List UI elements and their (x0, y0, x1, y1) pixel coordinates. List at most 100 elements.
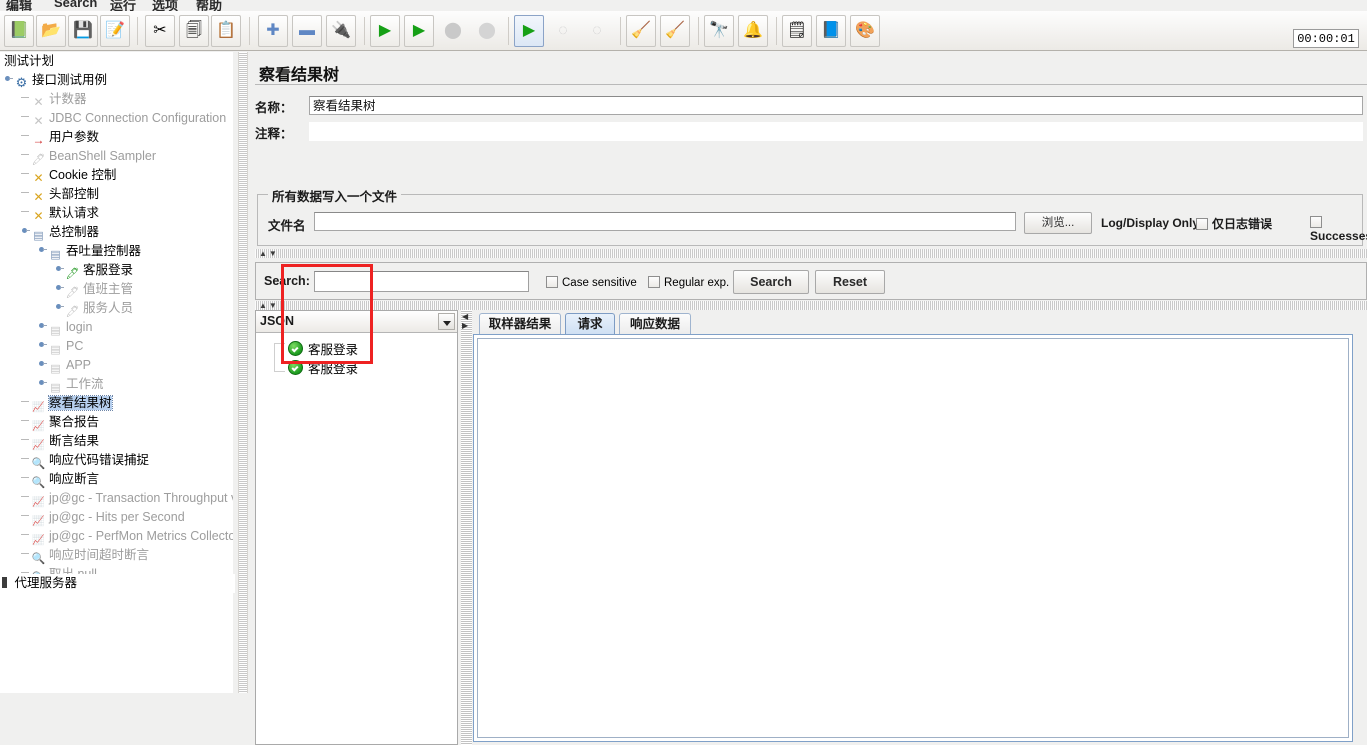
tree-item-16[interactable]: ▤ 工作流 (0, 375, 233, 394)
upper-splitter[interactable]: ▲▼ (255, 249, 1367, 258)
tab-0[interactable]: 取样器结果 (479, 313, 561, 334)
open-file-icon: 📂 (41, 22, 61, 39)
toolbar-save-as-button[interactable]: 📝 (100, 15, 130, 47)
tree-item-0[interactable]: ⚙ 接口测试用例 (0, 71, 233, 90)
menu-item-edit[interactable]: 编辑 (6, 0, 32, 11)
toolbar-copy-button[interactable]: 🗐 (179, 15, 209, 47)
tree-branch-line (21, 112, 30, 121)
search-button[interactable]: Search (733, 270, 809, 294)
comment-input[interactable] (309, 122, 1363, 141)
tree-expand-handle[interactable] (38, 321, 47, 330)
tree-item-19[interactable]: 📈 断言结果 (0, 432, 233, 451)
results-tree-panel[interactable]: JSON 客服登录 客服登录 (255, 310, 458, 745)
tree-item-label: PC (66, 339, 84, 354)
toolbar-stop-button[interactable]: ⬤ (438, 15, 468, 47)
browse-button[interactable]: 浏览... (1024, 212, 1092, 234)
tree-item-23[interactable]: 📈 jp@gc - Hits per Second (0, 508, 233, 527)
successes-checkbox-box[interactable] (1310, 216, 1322, 228)
tree-item-22[interactable]: 📈 jp@gc - Transaction Throughput vs (0, 489, 233, 508)
toolbar-search-tree-button[interactable]: 🔭 (704, 15, 734, 47)
toolbar-toggle-button[interactable]: 🔌 (326, 15, 356, 47)
clear-icon: 🧹 (631, 22, 651, 39)
toolbar-remote-stop-all-button[interactable]: ◌ (548, 15, 578, 47)
tree-item-21[interactable]: 🔍 响应断言 (0, 470, 233, 489)
tree-proxy-server-item[interactable]: 代理服务器 (0, 574, 235, 593)
tree-item-25[interactable]: 🔍 响应时间超时断言 (0, 546, 233, 565)
errors-checkbox[interactable]: 仅日志错误 (1196, 215, 1272, 232)
tree-item-3[interactable]: → 用户参数 (0, 128, 233, 147)
tree-item-4[interactable]: 🖊 BeanShell Sampler (0, 147, 233, 166)
reset-button[interactable]: Reset (815, 270, 885, 294)
upper-splitter-arrows[interactable]: ▲▼ (259, 250, 279, 258)
tree-item-6[interactable]: ✕ 头部控制 (0, 185, 233, 204)
tree-item-10[interactable]: 🖊 客服登录 (0, 261, 233, 280)
toolbar-reset-search-button[interactable]: 🔔 (738, 15, 768, 47)
tree-expand-handle[interactable] (38, 359, 47, 368)
tree-panel-splitter[interactable] (238, 52, 248, 693)
toolbar-separator-6 (698, 17, 699, 45)
tree-item-20[interactable]: 🔍 响应代码错误捕捉 (0, 451, 233, 470)
name-input[interactable]: 察看结果树 (309, 96, 1363, 115)
case-sensitive-box[interactable] (546, 276, 558, 288)
tree-item-8[interactable]: ▤ 总控制器 (0, 223, 233, 242)
toolbar-remote-shutdown-all-button[interactable]: ◌ (582, 15, 612, 47)
toolbar-shutdown-button[interactable]: ⬤ (472, 15, 502, 47)
successes-checkbox[interactable]: Successes (1310, 215, 1367, 243)
toolbar-remote-start-all-button[interactable]: ▶ (514, 15, 544, 47)
toolbar-templates-button[interactable]: 🎨 (850, 15, 880, 47)
toolbar-paste-button[interactable]: 📋 (211, 15, 241, 47)
tree-expand-handle[interactable] (4, 74, 13, 83)
remote-stop-all-icon: ◌ (558, 22, 568, 39)
tree-item-2[interactable]: ✕ JDBC Connection Configuration (0, 109, 233, 128)
regular-exp-box[interactable] (648, 276, 660, 288)
tree-expand-handle[interactable] (38, 340, 47, 349)
tree-item-14[interactable]: ▤ PC (0, 337, 233, 356)
tab-content-text[interactable] (477, 338, 1349, 738)
tree-expand-handle[interactable] (55, 264, 64, 273)
toolbar-clear-all-button[interactable]: 🧹 (660, 15, 690, 47)
results-splitter-arrows[interactable]: ◀ ▶ (462, 312, 471, 330)
menu-item-options[interactable]: 选项 (152, 0, 178, 11)
tree-expand-handle[interactable] (38, 245, 47, 254)
toolbar-save-button[interactable]: 💾 (68, 15, 98, 47)
chevron-down-icon[interactable] (438, 313, 455, 330)
lower-splitter[interactable]: ▲▼ (255, 301, 1367, 310)
menu-item-search[interactable]: Search (54, 0, 97, 10)
tree-item-13[interactable]: ▤ login (0, 318, 233, 337)
tree-expand-handle[interactable] (55, 302, 64, 311)
tree-item-11[interactable]: 🖊 值班主管 (0, 280, 233, 299)
tree-item-1[interactable]: ✕ 计数器 (0, 90, 233, 109)
toolbar-expand-button[interactable]: ✚ (258, 15, 288, 47)
results-splitter[interactable]: ◀ ▶ (461, 310, 472, 745)
regular-exp-checkbox[interactable]: Regular exp. (648, 275, 729, 289)
tree-item-15[interactable]: ▤ APP (0, 356, 233, 375)
tree-expand-handle[interactable] (55, 283, 64, 292)
toolbar-start-no-pause-button[interactable]: ▶ (404, 15, 434, 47)
tab-1[interactable]: 请求 (565, 313, 615, 334)
toolbar-function-helper-button[interactable]: 🗒 (782, 15, 812, 47)
toolbar-start-button[interactable]: ▶ (370, 15, 400, 47)
errors-checkbox-box[interactable] (1196, 218, 1208, 230)
tab-2[interactable]: 响应数据 (619, 313, 691, 334)
menu-item-run[interactable]: 运行 (110, 0, 136, 11)
tree-expand-handle[interactable] (21, 226, 30, 235)
test-plan-tree[interactable]: 测试计划 ⚙ 接口测试用例 ✕ 计数器 ✕ JDBC Connection Configu… (0, 52, 233, 693)
toolbar-cut-button[interactable]: ✂ (145, 15, 175, 47)
tree-item-5[interactable]: ✕ Cookie 控制 (0, 166, 233, 185)
toolbar-clear-button[interactable]: 🧹 (626, 15, 656, 47)
tree-item-24[interactable]: 📈 jp@gc - PerfMon Metrics Collector (0, 527, 233, 546)
tree-item-17[interactable]: 📈 察看结果树 (0, 394, 233, 413)
toolbar-new-button[interactable]: 📗 (4, 15, 34, 47)
lower-splitter-arrows[interactable]: ▲▼ (259, 302, 279, 310)
toolbar-open-button[interactable]: 📂 (36, 15, 66, 47)
case-sensitive-checkbox[interactable]: Case sensitive (546, 275, 637, 289)
filename-input[interactable] (314, 212, 1016, 231)
toolbar-help-button[interactable]: 📘 (816, 15, 846, 47)
tree-item-12[interactable]: 🖊 服务人员 (0, 299, 233, 318)
menu-item-help[interactable]: 帮助 (196, 0, 222, 11)
tree-item-9[interactable]: ▤ 吞吐量控制器 (0, 242, 233, 261)
toolbar-collapse-button[interactable]: ▬ (292, 15, 322, 47)
tree-item-7[interactable]: ✕ 默认请求 (0, 204, 233, 223)
tree-item-18[interactable]: 📈 聚合报告 (0, 413, 233, 432)
tree-expand-handle[interactable] (38, 378, 47, 387)
